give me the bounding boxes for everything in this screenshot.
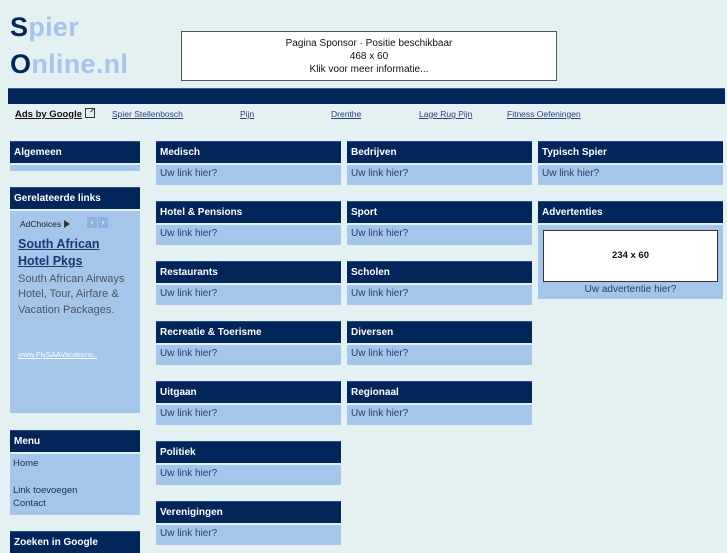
category-title: Hotel & Pensions [156, 201, 341, 223]
category-box: Hotel & Pensions Uw link hier? [156, 201, 341, 245]
your-link-here[interactable]: Uw link hier? [351, 228, 408, 239]
ad-description: South African Airways Hotel, Tour, Airfa… [18, 273, 125, 316]
category-title: Sport [347, 201, 532, 223]
logo-initial-o: O [10, 49, 32, 79]
related-links-box: Gerelateerde links AdChoices ‹ › South Af… [10, 187, 140, 413]
category-body: Uw link hier? [347, 165, 532, 185]
chevron-right-icon[interactable]: › [98, 217, 108, 228]
top-nav-bar [8, 88, 725, 104]
category-title: Bedrijven [347, 141, 532, 163]
ad-link[interactable]: Pijn [240, 109, 254, 119]
category-body: Uw link hier? [156, 285, 341, 305]
your-link-here[interactable]: Uw link hier? [160, 408, 217, 419]
external-link-icon [85, 108, 96, 118]
category-body: Uw link hier? [347, 345, 532, 365]
your-link-here[interactable]: Uw link hier? [351, 348, 408, 359]
category-title: Medisch [156, 141, 341, 163]
box-title: Zoeken in Google [10, 531, 140, 553]
ad-link[interactable]: Drenthe [331, 109, 361, 119]
banner-size: 468 x 60 [349, 51, 389, 62]
category-title: Uitgaan [156, 381, 341, 403]
box-title: Menu [10, 430, 140, 452]
advertise-here-link[interactable]: Uw advertentie hier? [538, 283, 723, 297]
your-link-here[interactable]: Uw link hier? [160, 528, 217, 539]
ad-link[interactable]: Fitness Oefeningen [507, 109, 581, 119]
category-box: Regionaal Uw link hier? [347, 381, 532, 425]
ad-placeholder-234x60[interactable]: 234 x 60 [543, 230, 718, 282]
ad-url-link[interactable]: www.FlySAAVacations.. [18, 348, 97, 362]
your-link-here[interactable]: Uw link hier? [351, 168, 408, 179]
category-title: Scholen [347, 261, 532, 283]
logo-text-spier: pier [28, 12, 80, 42]
ad-link[interactable]: Lage Rug Pijn [419, 109, 472, 119]
category-body: Uw link hier? [156, 465, 341, 485]
category-body: Uw link hier? [347, 225, 532, 245]
category-box: Politiek Uw link hier? [156, 441, 341, 485]
your-link-here[interactable]: Uw link hier? [160, 168, 217, 179]
menu-item-contact[interactable]: Contact [13, 497, 137, 510]
category-box: Recreatie & Toerisme Uw link hier? [156, 321, 341, 365]
category-body: Uw link hier? [156, 225, 341, 245]
logo-line-2: Online.nl [10, 49, 128, 79]
category-box: Bedrijven Uw link hier? [347, 141, 532, 185]
category-body: Uw link hier? [347, 285, 532, 305]
banner-line-1: Pagina Sponsor · Positie beschikbaar [285, 38, 453, 49]
google-search-box: Zoeken in Google [10, 531, 140, 553]
banner-more-info: Klik voor meer informatie... [309, 64, 429, 75]
category-box: Diversen Uw link hier? [347, 321, 532, 365]
menu-box: Menu Home Link toevoegen Contact [10, 430, 140, 515]
box-title: Advertenties [538, 201, 723, 223]
category-body: Uw link hier? [347, 405, 532, 425]
ad-link[interactable]: Spier Stellenbosch [112, 109, 183, 119]
related-ad-unit: AdChoices ‹ › South African Hotel Pkgs So… [10, 211, 140, 413]
category-title: Restaurants [156, 261, 341, 283]
advertenties-body: 234 x 60 Uw advertentie hier? [538, 225, 723, 299]
category-box: Scholen Uw link hier? [347, 261, 532, 305]
category-title: Politiek [156, 441, 341, 463]
your-link-here[interactable]: Uw link hier? [351, 408, 408, 419]
category-title: Typisch Spier [538, 141, 723, 163]
menu-item-link-toevoegen[interactable]: Link toevoegen [13, 484, 137, 497]
algemeen-box: Algemeen [10, 141, 140, 171]
category-body: Uw link hier? [156, 405, 341, 425]
your-link-here[interactable]: Uw link hier? [160, 468, 217, 479]
advertenties-box: Advertenties 234 x 60 Uw advertentie hie… [538, 201, 723, 299]
category-box: Sport Uw link hier? [347, 201, 532, 245]
category-title: Recreatie & Toerisme [156, 321, 341, 343]
your-link-here[interactable]: Uw link hier? [160, 288, 217, 299]
logo-line-1: Spier [10, 12, 79, 42]
logo-initial-s: S [10, 12, 29, 42]
category-box: Uitgaan Uw link hier? [156, 381, 341, 425]
sponsor-banner[interactable]: Pagina Sponsor · Positie beschikbaar 468… [181, 31, 557, 81]
box-title: Gerelateerde links [10, 187, 140, 209]
category-body: Uw link hier? [156, 525, 341, 545]
category-title: Regionaal [347, 381, 532, 403]
category-box: Typisch Spier Uw link hier? [538, 141, 723, 185]
logo-text-online: nline.nl [31, 49, 129, 79]
your-link-here[interactable]: Uw link hier? [160, 348, 217, 359]
ads-by-google-link[interactable]: Ads by Google [15, 108, 96, 120]
box-body [10, 165, 140, 171]
menu-item-home[interactable]: Home [13, 457, 137, 470]
menu-list: Home Link toevoegen Contact [10, 454, 140, 515]
category-body: Uw link hier? [156, 345, 341, 365]
your-link-here[interactable]: Uw link hier? [542, 168, 599, 179]
ad-title-link[interactable]: South African Hotel Pkgs [18, 236, 118, 270]
adchoices-link[interactable]: AdChoices [20, 217, 71, 231]
category-body: Uw link hier? [156, 165, 341, 185]
your-link-here[interactable]: Uw link hier? [351, 288, 408, 299]
category-body: Uw link hier? [538, 165, 723, 185]
category-box: Medisch Uw link hier? [156, 141, 341, 185]
box-title: Algemeen [10, 141, 140, 163]
category-box: Verenigingen Uw link hier? [156, 501, 341, 545]
category-title: Verenigingen [156, 501, 341, 523]
category-title: Diversen [347, 321, 532, 343]
category-box: Restaurants Uw link hier? [156, 261, 341, 305]
chevron-left-icon[interactable]: ‹ [87, 217, 97, 228]
adchoices-icon [64, 220, 71, 228]
ad-pager: ‹ › [87, 216, 109, 230]
your-link-here[interactable]: Uw link hier? [160, 228, 217, 239]
